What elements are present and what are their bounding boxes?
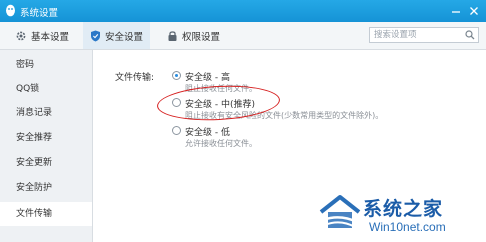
sidebar-item-message-history[interactable]: 消息记录 (0, 101, 92, 125)
tab-label: 基本设置 (31, 31, 70, 43)
close-button[interactable] (466, 3, 482, 19)
tab-label: 安全设置 (105, 31, 144, 43)
window-title: 系统设置 (20, 8, 59, 19)
sidebar-item-file-transfer[interactable]: 文件传输 (0, 202, 92, 226)
settings-sidebar: 密码 QQ锁 消息记录 安全推荐 安全更新 安全防护 文件传输 (0, 50, 93, 242)
gear-icon (15, 30, 27, 42)
sidebar-item-qq-lock[interactable]: QQ锁 (0, 77, 92, 101)
settings-toolbar: 基本设置 安全设置 权限设置 (0, 22, 486, 50)
search-box[interactable] (369, 27, 479, 43)
option-name: 安全级 - 低 (185, 128, 230, 138)
house-logo-icon (319, 192, 361, 235)
tab-permission-settings[interactable]: 权限设置 (160, 22, 227, 49)
tab-basic-settings[interactable]: 基本设置 (8, 22, 76, 49)
option-name: 安全级 - 高 (185, 73, 230, 83)
qq-penguin-icon (5, 4, 16, 20)
shield-icon (90, 30, 101, 42)
radio-low[interactable] (172, 126, 181, 135)
file-transfer-label: 文件传输: (115, 73, 155, 83)
radio-high[interactable] (172, 71, 181, 80)
sidebar-item-security-update[interactable]: 安全更新 (0, 151, 92, 175)
option-description: 允许接收任何文件。 (185, 139, 257, 148)
search-icon[interactable] (465, 30, 475, 43)
watermark-url: Win10net.com (369, 220, 446, 234)
title-bar: 系统设置 (0, 0, 486, 22)
sidebar-item-password[interactable]: 密码 (0, 53, 92, 77)
watermark-brand: 系统之家 (363, 198, 444, 220)
tab-security-settings[interactable]: 安全设置 (83, 22, 151, 49)
minimize-button[interactable] (448, 3, 464, 19)
sidebar-item-security-protection[interactable]: 安全防护 (0, 176, 92, 200)
sidebar-item-security-recommend[interactable]: 安全推荐 (0, 126, 92, 150)
site-watermark: 系统之家 Win10net.com (315, 192, 486, 242)
tab-label: 权限设置 (182, 31, 221, 43)
lock-icon (167, 30, 178, 42)
search-input[interactable] (370, 28, 462, 42)
